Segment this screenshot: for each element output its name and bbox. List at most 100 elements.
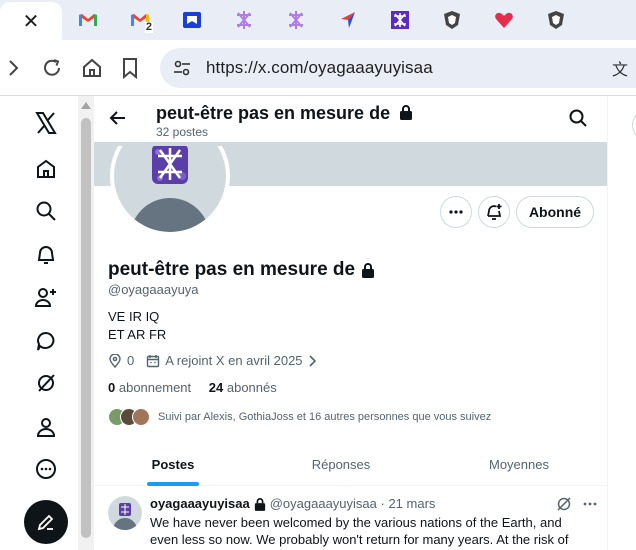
shield-icon — [548, 11, 564, 29]
scrollbar[interactable] — [78, 96, 94, 550]
x-logo-icon — [35, 112, 57, 134]
right-search-pill[interactable] — [632, 110, 636, 140]
nav-more[interactable] — [33, 456, 59, 482]
shield-icon — [444, 11, 460, 29]
grok-icon — [38, 374, 55, 392]
profile-icon — [36, 418, 56, 437]
calendar-icon — [147, 354, 160, 367]
bookmark-icon — [123, 58, 137, 79]
profile-column: peut-être pas en mesure de 32 postes Abo… — [94, 96, 608, 550]
followers-label: abonnés — [226, 380, 277, 395]
tweet-text-line: even less so now. We probably won't retu… — [150, 532, 569, 547]
site-settings-icon[interactable] — [172, 58, 192, 78]
tab-purple-2[interactable] — [270, 0, 322, 40]
url-text: https://x.com/oyagaaayuyisaa — [206, 58, 433, 77]
tab-media[interactable]: Moyennes — [430, 442, 607, 486]
bookmark-button[interactable] — [116, 54, 144, 82]
tab-replies[interactable]: Réponses — [252, 442, 430, 486]
nav-home[interactable] — [33, 156, 59, 182]
tweet-header: oyagaaayuyisaa @oyagaaayuyisaa · 21 mars — [150, 496, 435, 511]
more-options-button[interactable] — [440, 196, 472, 228]
chevron-right-icon[interactable] — [308, 354, 318, 367]
tab-heart[interactable] — [478, 0, 530, 40]
search-icon — [36, 201, 56, 221]
profile-handle: @oyagaaayuya — [108, 282, 199, 297]
nav-explore[interactable] — [33, 198, 59, 224]
search-icon[interactable] — [568, 108, 588, 128]
tab-gmail-2[interactable]: 2 — [114, 0, 166, 40]
notify-button[interactable] — [478, 196, 510, 228]
scrollbar-thumb[interactable] — [81, 118, 91, 538]
follower-avatar — [132, 408, 150, 426]
profile-name: peut-être pas en mesure de — [108, 259, 375, 281]
more-horizontal-icon[interactable] — [582, 496, 598, 512]
home-icon — [83, 58, 101, 77]
url-bar[interactable]: https://x.com/oyagaaayuyisaa — [160, 48, 636, 88]
heart-icon — [495, 12, 513, 28]
home-button[interactable] — [78, 54, 106, 82]
back-arrow-icon[interactable] — [108, 108, 128, 128]
followed-by-text: Suivi par Alexis, GothiaJoss et 16 autre… — [158, 411, 492, 423]
subscribed-button[interactable]: Abonné — [516, 196, 594, 228]
profile-avatar[interactable] — [110, 146, 230, 242]
tab-shield-2[interactable] — [530, 0, 582, 40]
blue-app-icon — [183, 12, 201, 28]
nav-grok[interactable] — [33, 370, 59, 396]
post-count: 32 postes — [156, 125, 209, 139]
tab-active[interactable]: ✕ — [0, 2, 62, 40]
bell-plus-icon — [487, 204, 502, 220]
nav-notifications[interactable] — [33, 242, 59, 268]
compose-icon — [37, 514, 54, 531]
tab-shield-1[interactable] — [426, 0, 478, 40]
tweet-author-name[interactable]: oyagaaayuyisaa — [150, 496, 250, 511]
header-title-text: peut-être pas en mesure de — [156, 103, 391, 123]
x-logo-link[interactable] — [33, 110, 59, 136]
grok-icon[interactable] — [556, 496, 572, 512]
followed-by[interactable]: Suivi par Alexis, GothiaJoss et 16 autre… — [108, 406, 491, 428]
translate-icon[interactable]: 文 — [612, 56, 628, 80]
more-horizontal-icon — [449, 210, 463, 214]
tab-purple-grid[interactable] — [374, 0, 426, 40]
forward-button[interactable] — [0, 54, 28, 82]
header-title: peut-être pas en mesure de — [156, 103, 413, 124]
nav-follow[interactable] — [33, 284, 59, 310]
gmail-icon — [79, 14, 97, 26]
profile-name-text: peut-être pas en mesure de — [108, 259, 356, 280]
reload-button[interactable] — [38, 54, 66, 82]
browser-tab-strip: ✕ 2 — [0, 0, 636, 40]
bell-icon — [37, 246, 55, 264]
purple-symbol-icon — [289, 11, 303, 29]
lock-icon — [254, 497, 265, 511]
navigation-arrow-icon — [341, 12, 355, 28]
bio-line-1: VE IR IQ — [108, 309, 160, 324]
following-label: abonnement — [118, 380, 192, 395]
tweet-text-line: We have never been welcomed by the vario… — [150, 515, 562, 530]
tweet-author-avatar[interactable] — [108, 496, 142, 530]
tab-gmail-1[interactable] — [62, 0, 114, 40]
compose-post-button[interactable] — [24, 500, 68, 544]
lock-icon — [400, 105, 413, 120]
followers-link[interactable]: 24 abonnés — [209, 380, 277, 395]
x-sidebar — [0, 96, 78, 550]
follow-stats: 0 abonnement 24 abonnés — [108, 380, 277, 395]
close-tab-icon[interactable]: ✕ — [23, 9, 40, 33]
tweet-text: We have never been welcomed by the vario… — [150, 514, 590, 548]
lock-icon — [362, 263, 375, 278]
tab-badge: 2 — [144, 21, 153, 33]
location-pin-icon — [109, 353, 121, 368]
profile-tabs: Postes Réponses Moyennes — [94, 442, 607, 486]
following-link[interactable]: 0 abonnement — [108, 380, 191, 395]
tab-bookmark[interactable] — [166, 0, 218, 40]
tweet-item[interactable]: oyagaaayuyisaa @oyagaaayuyisaa · 21 mars… — [94, 486, 607, 550]
nav-messages[interactable] — [33, 328, 59, 354]
scroll-up-arrow[interactable] — [81, 102, 91, 109]
home-icon — [37, 159, 55, 178]
avatar-image — [114, 146, 226, 232]
right-sidebar — [608, 96, 636, 550]
tab-posts[interactable]: Postes — [94, 442, 252, 486]
purple-symbol-icon — [237, 11, 251, 29]
address-toolbar: https://x.com/oyagaaayuyisaa 文 — [0, 40, 636, 96]
tab-arrow[interactable] — [322, 0, 374, 40]
nav-profile[interactable] — [33, 414, 59, 440]
tab-purple-1[interactable] — [218, 0, 270, 40]
